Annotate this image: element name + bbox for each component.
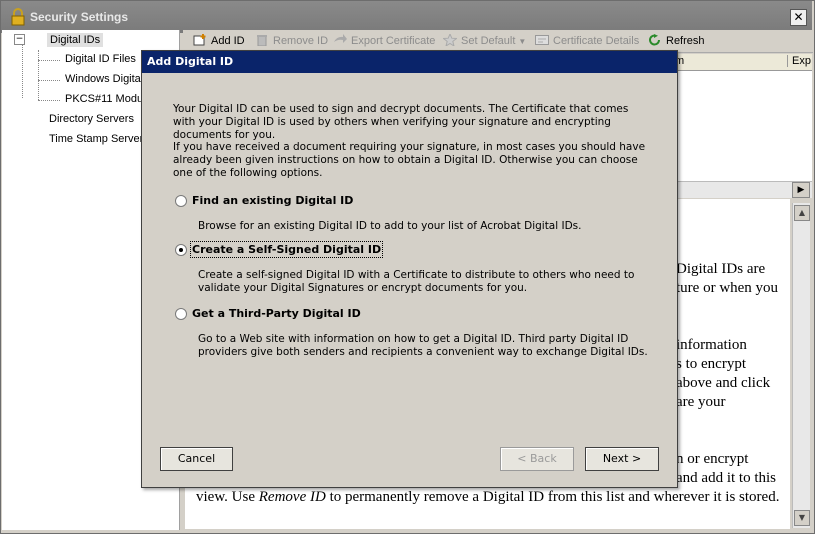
description-line: are your <box>676 394 726 410</box>
description-last-line: view. Use Remove ID to permanently remov… <box>196 489 780 505</box>
chevron-down-icon: ▼ <box>518 37 527 46</box>
dialog-intro-text: Your Digital ID can be used to sign and … <box>173 103 629 141</box>
scroll-right-arrow-icon[interactable]: ▶ <box>792 182 810 198</box>
add-id-button[interactable]: Add ID <box>193 34 245 47</box>
description-line: above and click <box>676 375 771 391</box>
tree-item-pkcs11-modules[interactable]: PKCS#11 Modul <box>65 93 146 105</box>
dialog-title: Add Digital ID <box>147 55 234 68</box>
refresh-icon <box>649 34 660 46</box>
description-line: n or encrypt <box>676 451 749 467</box>
export-certificate-label: Export Certificate <box>351 35 436 47</box>
radio-find-existing[interactable] <box>175 195 187 207</box>
add-id-icon <box>193 34 206 46</box>
refresh-label: Refresh <box>666 35 705 47</box>
certificate-details-button[interactable]: Certificate Details <box>535 34 639 47</box>
export-certificate-button[interactable]: Export Certificate <box>333 34 435 47</box>
export-icon <box>334 34 347 43</box>
tree-item-digital-ids[interactable]: Digital IDs <box>47 33 104 47</box>
option-third-party-desc: Go to a Web site with information on how… <box>198 333 648 358</box>
star-icon <box>443 34 457 46</box>
remove-id-label: Remove ID <box>273 35 329 47</box>
back-button[interactable]: < Back <box>500 447 574 471</box>
description-line: and add it to this <box>676 470 776 486</box>
cancel-button[interactable]: Cancel <box>160 447 233 471</box>
set-default-label: Set Default <box>461 35 516 47</box>
add-id-label: Add ID <box>211 35 245 47</box>
add-digital-id-dialog: Add Digital ID Your Digital ID can be us… <box>141 50 678 488</box>
scroll-up-arrow-icon[interactable]: ▲ <box>794 205 810 221</box>
description-line: Digital IDs are <box>676 261 766 277</box>
certificate-icon <box>535 35 549 45</box>
remove-id-icon <box>257 35 267 46</box>
close-button[interactable]: ✕ <box>790 9 807 26</box>
next-button[interactable]: Next > <box>585 447 659 471</box>
remove-id-button[interactable]: Remove ID <box>255 34 328 47</box>
option-create-self-signed-label[interactable]: Create a Self-Signed Digital ID <box>189 241 384 258</box>
refresh-button[interactable]: Refresh <box>648 34 705 47</box>
tree-item-windows-digital[interactable]: Windows Digital <box>65 73 143 85</box>
description-line: ture or when you <box>676 280 779 296</box>
tree-item-directory-servers[interactable]: Directory Servers <box>49 113 134 125</box>
collapse-toggle[interactable]: − <box>14 34 25 45</box>
lock-icon <box>11 8 25 26</box>
tree-item-digital-id-files[interactable]: Digital ID Files <box>65 53 136 65</box>
dialog-intro-text-2: If you have received a document requirin… <box>173 141 646 179</box>
tree-item-time-stamp-servers[interactable]: Time Stamp Servers <box>49 133 149 145</box>
window-title: Security Settings <box>30 10 129 24</box>
radio-third-party[interactable] <box>175 308 187 320</box>
scroll-down-arrow-icon[interactable]: ▼ <box>794 510 810 526</box>
option-third-party-label[interactable]: Get a Third-Party Digital ID <box>192 307 361 320</box>
vertical-scrollbar[interactable]: ▲ ▼ <box>792 203 810 528</box>
description-line: information <box>676 337 747 353</box>
option-create-self-signed-desc: Create a self-signed Digital ID with a C… <box>198 269 635 294</box>
option-find-existing-desc: Browse for an existing Digital ID to add… <box>198 220 582 232</box>
certificate-details-label: Certificate Details <box>553 35 640 47</box>
option-find-existing-label[interactable]: Find an existing Digital ID <box>192 194 353 207</box>
set-default-button[interactable]: Set Default ▼ <box>443 34 526 47</box>
column-expires-header[interactable]: Exp <box>787 55 811 67</box>
dialog-title-bar: Add Digital ID <box>142 51 677 73</box>
radio-create-self-signed[interactable] <box>175 244 187 256</box>
description-line: s to encrypt <box>676 356 746 372</box>
